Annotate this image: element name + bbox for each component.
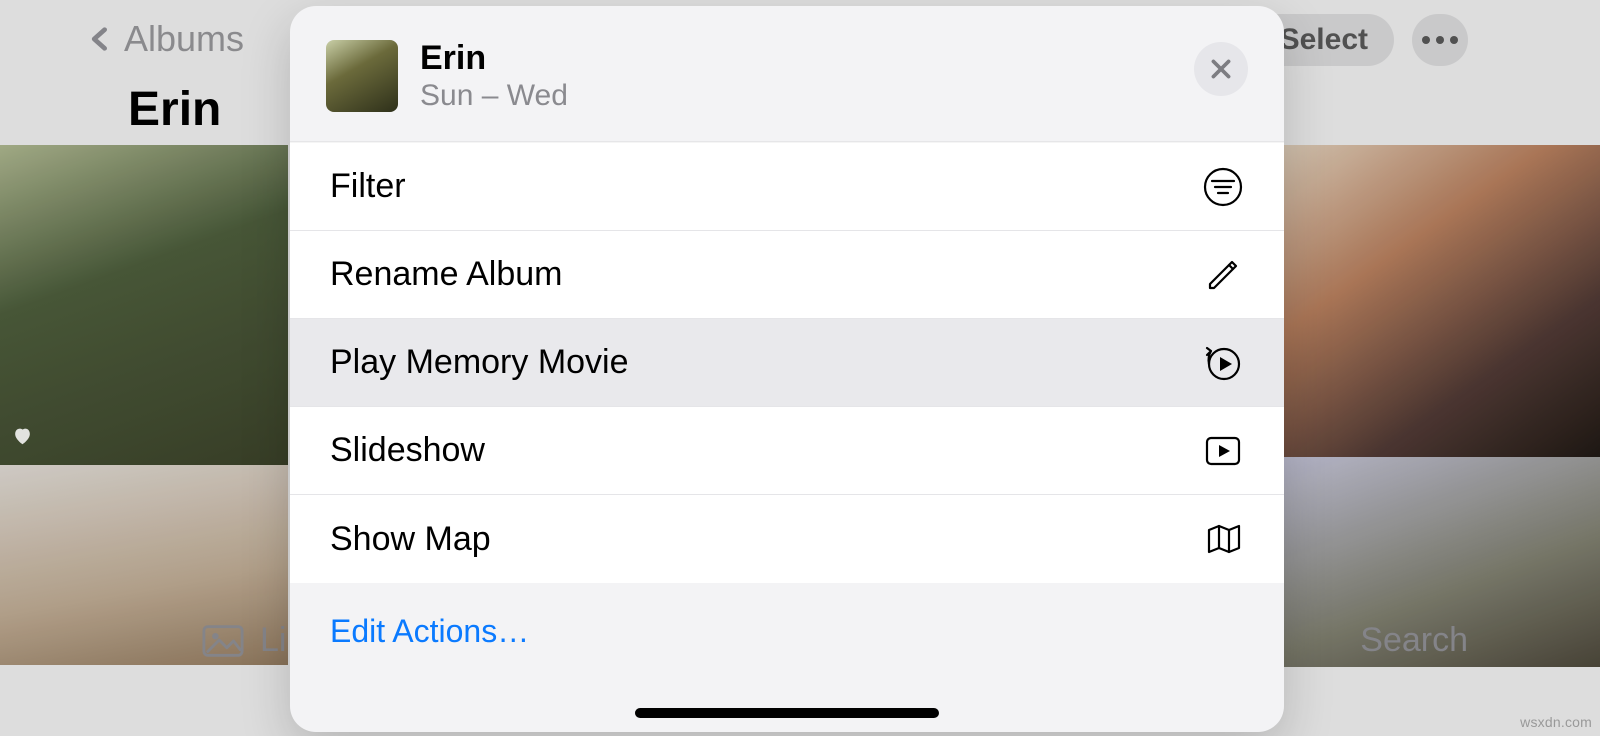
home-indicator[interactable] [635, 708, 939, 718]
edit-actions-label: Edit Actions… [330, 613, 529, 649]
menu-play-memory-movie[interactable]: Play Memory Movie [290, 319, 1284, 407]
album-thumbnail [326, 40, 398, 112]
menu-rename-label: Rename Album [330, 255, 562, 294]
memory-movie-icon [1202, 342, 1244, 384]
menu-filter[interactable]: Filter [290, 143, 1284, 231]
sheet-subtitle: Sun – Wed [420, 79, 1194, 113]
menu-slideshow[interactable]: Slideshow [290, 407, 1284, 495]
pencil-icon [1202, 254, 1244, 296]
filter-icon [1202, 166, 1244, 208]
watermark: wsxdn.com [1520, 714, 1592, 730]
close-icon [1208, 56, 1234, 82]
menu-rename-album[interactable]: Rename Album [290, 231, 1284, 319]
sheet-title: Erin [420, 40, 1194, 77]
close-button[interactable] [1194, 42, 1248, 96]
menu-show-map-label: Show Map [330, 520, 491, 559]
menu-slideshow-label: Slideshow [330, 431, 485, 470]
menu-play-memory-label: Play Memory Movie [330, 343, 629, 382]
edit-actions-link[interactable]: Edit Actions… [290, 583, 1284, 680]
menu-show-map[interactable]: Show Map [290, 495, 1284, 583]
sheet-header: Erin Sun – Wed [290, 6, 1284, 142]
menu-filter-label: Filter [330, 167, 406, 206]
menu-group: Filter Rename Album Play Memory Movie Sl… [290, 142, 1284, 583]
action-sheet: Erin Sun – Wed Filter Rename Album Play … [290, 6, 1284, 732]
map-icon [1202, 518, 1244, 560]
slideshow-icon [1202, 430, 1244, 472]
